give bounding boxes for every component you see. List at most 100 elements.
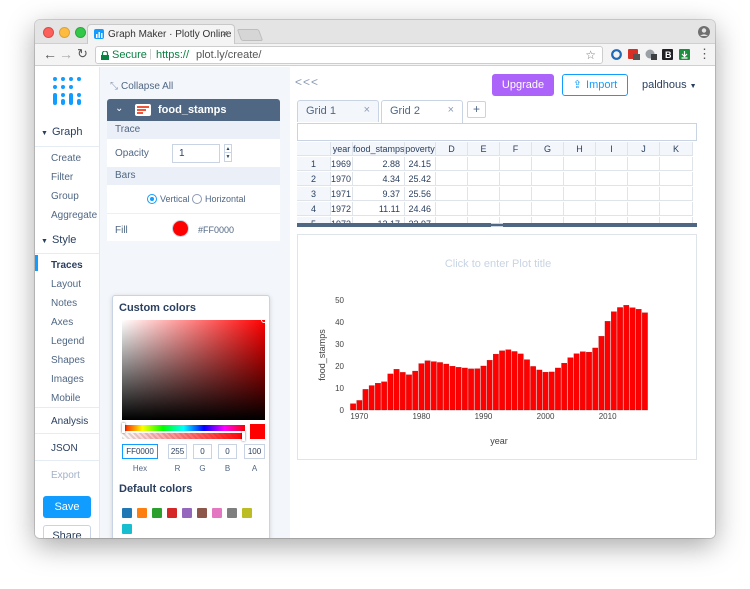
saturation-cursor[interactable] xyxy=(261,317,267,323)
bar[interactable] xyxy=(418,363,425,411)
nav-style[interactable]: ▼ Style xyxy=(41,234,76,246)
grid-cell[interactable] xyxy=(660,187,693,201)
color-swatch[interactable] xyxy=(212,508,222,518)
grid-column-header[interactable]: E xyxy=(468,142,500,156)
upgrade-button[interactable]: Upgrade xyxy=(492,74,554,96)
grid-cell[interactable] xyxy=(500,202,532,216)
grid-cell[interactable] xyxy=(660,202,693,216)
grid-cell[interactable] xyxy=(436,157,468,171)
grid-column-header[interactable]: food_stamps xyxy=(353,142,405,156)
r-input[interactable]: 255 xyxy=(168,444,187,459)
color-swatch[interactable] xyxy=(227,508,237,518)
saturation-area[interactable] xyxy=(122,320,265,420)
grid-cell[interactable] xyxy=(500,172,532,186)
bar[interactable] xyxy=(424,360,431,411)
profile-icon[interactable] xyxy=(698,26,710,38)
bar[interactable] xyxy=(356,400,363,411)
grid-cell[interactable] xyxy=(468,172,500,186)
plot-title-placeholder[interactable]: Click to enter Plot title xyxy=(298,258,698,270)
grid-row-number[interactable]: 1 xyxy=(297,157,331,171)
tab-close-icon[interactable]: × xyxy=(364,104,370,116)
extension-download-icon[interactable] xyxy=(679,49,690,60)
grid-cell[interactable] xyxy=(564,157,596,171)
hex-input[interactable]: FF0000 xyxy=(122,444,158,459)
bar[interactable] xyxy=(598,336,605,411)
bar[interactable] xyxy=(350,403,356,411)
grid-cell[interactable] xyxy=(628,187,660,201)
bar[interactable] xyxy=(468,368,474,411)
alpha-slider[interactable] xyxy=(122,433,245,439)
user-menu[interactable]: paldhous ▼ xyxy=(642,79,697,91)
grid-cell[interactable] xyxy=(532,172,564,186)
bar[interactable] xyxy=(617,307,623,411)
stepper-up-icon[interactable]: ▲ xyxy=(224,144,232,153)
bar[interactable] xyxy=(586,351,592,411)
grid-column-header[interactable]: H xyxy=(564,142,596,156)
color-swatch[interactable] xyxy=(137,508,147,518)
grid-cell[interactable] xyxy=(564,172,596,186)
minimize-window-button[interactable] xyxy=(59,27,70,38)
extension-b-icon[interactable]: B xyxy=(662,49,673,60)
nav-export[interactable]: Export xyxy=(51,470,80,481)
grid-cell[interactable] xyxy=(436,187,468,201)
grid-cell[interactable]: 1972 xyxy=(331,202,353,216)
bar[interactable] xyxy=(399,372,406,411)
bar[interactable] xyxy=(393,369,400,411)
grid-cell[interactable]: 9.37 xyxy=(353,187,405,201)
color-swatch[interactable] xyxy=(182,508,192,518)
tab-grid-2[interactable]: Grid 2 × xyxy=(381,100,463,123)
grid-cell[interactable]: 24.15 xyxy=(405,157,436,171)
hue-slider[interactable] xyxy=(122,425,245,431)
grid-cell[interactable] xyxy=(500,157,532,171)
bar[interactable] xyxy=(480,365,487,411)
browser-menu-icon[interactable]: ⋮ xyxy=(698,46,711,62)
new-tab-button[interactable] xyxy=(236,29,264,41)
radio-horizontal[interactable] xyxy=(192,194,202,204)
opacity-input[interactable]: 1 xyxy=(172,144,220,163)
bar[interactable] xyxy=(430,361,437,411)
nav-axes[interactable]: Axes xyxy=(51,317,73,328)
formula-bar[interactable] xyxy=(297,123,697,141)
reload-icon[interactable]: ↻ xyxy=(77,46,88,62)
grid-cell[interactable] xyxy=(596,172,628,186)
bar[interactable] xyxy=(579,351,586,411)
grid-cell[interactable] xyxy=(532,157,564,171)
fill-color-swatch[interactable] xyxy=(172,220,189,237)
tab-close-icon[interactable]: × xyxy=(448,104,454,116)
grid-cell[interactable]: 25.42 xyxy=(405,172,436,186)
close-window-button[interactable] xyxy=(43,27,54,38)
add-grid-button[interactable]: + xyxy=(467,101,486,118)
bar[interactable] xyxy=(592,347,599,411)
bar[interactable] xyxy=(462,367,468,411)
nav-shapes[interactable]: Shapes xyxy=(51,355,85,366)
bar[interactable] xyxy=(368,385,375,411)
bar[interactable] xyxy=(449,366,456,411)
nav-mobile[interactable]: Mobile xyxy=(51,393,80,404)
grid-column-header[interactable]: poverty xyxy=(405,142,436,156)
bar[interactable] xyxy=(573,353,580,411)
grid-column-header[interactable]: year xyxy=(331,142,353,156)
bar[interactable] xyxy=(499,350,505,411)
bar[interactable] xyxy=(561,362,568,411)
color-swatch[interactable] xyxy=(242,508,252,518)
color-swatch[interactable] xyxy=(167,508,177,518)
grid-row-number[interactable]: 2 xyxy=(297,172,331,186)
grid-cell[interactable]: 1969 xyxy=(331,157,353,171)
bar[interactable] xyxy=(406,374,412,411)
bar[interactable] xyxy=(536,369,543,411)
alpha-handle[interactable] xyxy=(242,431,245,441)
b-input[interactable]: 0 xyxy=(218,444,237,459)
bar[interactable] xyxy=(642,312,648,411)
save-button[interactable]: Save xyxy=(43,496,91,518)
grid-cell[interactable] xyxy=(564,187,596,201)
import-button[interactable]: ⇪ Import xyxy=(562,74,628,96)
grid-cell[interactable] xyxy=(436,172,468,186)
nav-group[interactable]: Group xyxy=(51,191,79,202)
grid-column-header[interactable]: D xyxy=(436,142,468,156)
nav-notes[interactable]: Notes xyxy=(51,298,77,309)
extension-puzzle-icon[interactable] xyxy=(645,49,657,60)
bar[interactable] xyxy=(381,381,387,411)
grid-column-header[interactable]: I xyxy=(596,142,628,156)
a-input[interactable]: 100 xyxy=(244,444,265,459)
stepper-down-icon[interactable]: ▼ xyxy=(224,153,232,162)
